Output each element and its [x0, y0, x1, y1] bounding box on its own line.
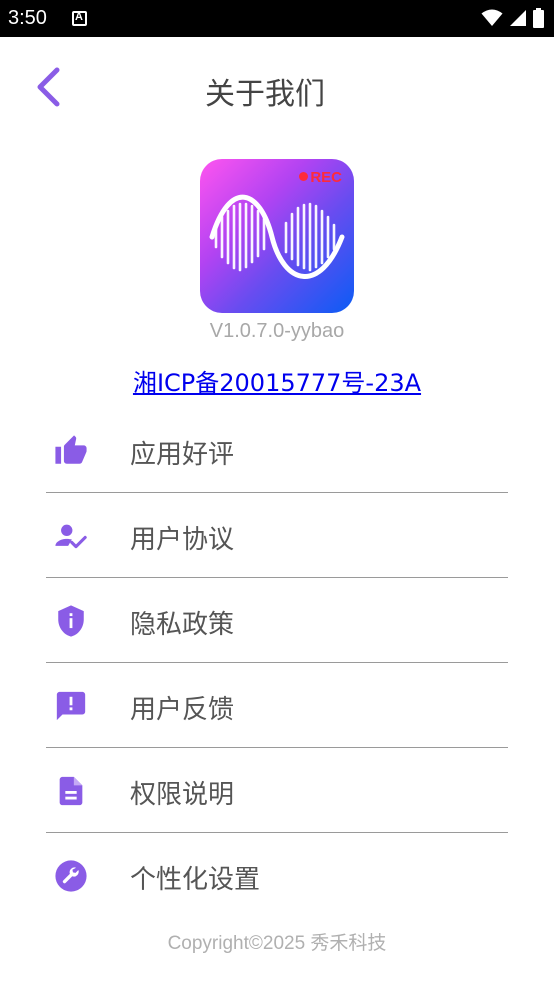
menu-item-label: 权限说明: [130, 780, 235, 810]
menu-item-label: 个性化设置: [130, 865, 261, 895]
title-bar: 关于我们: [0, 37, 554, 141]
battery-icon: [533, 8, 544, 28]
menu-item-feedback[interactable]: 用户反馈: [46, 663, 508, 748]
app-logo: REC: [200, 159, 354, 313]
copyright-text: Copyright©2025 秀禾科技: [167, 933, 387, 954]
app-version: V1.0.7.0-yybao: [209, 320, 345, 342]
page-title: 关于我们: [205, 77, 325, 112]
menu-item-permissions[interactable]: 权限说明: [46, 748, 508, 833]
notification-a-icon: [72, 11, 87, 26]
menu-item-label: 用户反馈: [130, 695, 235, 725]
cellular-signal-icon: [510, 10, 526, 26]
feedback-icon: [56, 691, 86, 721]
menu-item-label: 用户协议: [130, 525, 235, 555]
icp-link[interactable]: 湘ICP备20015777号-23A: [0, 363, 554, 398]
user-check-icon: [55, 524, 87, 549]
record-dot-icon: [299, 172, 309, 181]
menu-item-privacy-policy[interactable]: 隐私政策: [46, 578, 508, 663]
wifi-icon: [481, 9, 503, 26]
status-icons: [481, 8, 544, 28]
menu-item-user-agreement[interactable]: 用户协议: [46, 493, 508, 578]
menu-item-personalization[interactable]: 个性化设置: [46, 833, 508, 918]
menu-item-label: 隐私政策: [130, 610, 235, 640]
document-icon: [59, 776, 83, 806]
status-time: 3:50: [8, 7, 47, 29]
menu-item-rate-app[interactable]: 应用好评: [46, 408, 508, 493]
menu-list: 应用好评 用户协议 隐私政策 用户反馈 权限说明 个性化设置: [46, 408, 508, 918]
rec-badge: REC: [299, 169, 342, 186]
menu-item-label: 应用好评: [130, 440, 235, 470]
shield-info-icon: [58, 605, 84, 637]
status-bar: 3:50: [0, 0, 554, 37]
wrench-icon: [55, 860, 87, 892]
thumbs-up-icon: [55, 435, 87, 464]
